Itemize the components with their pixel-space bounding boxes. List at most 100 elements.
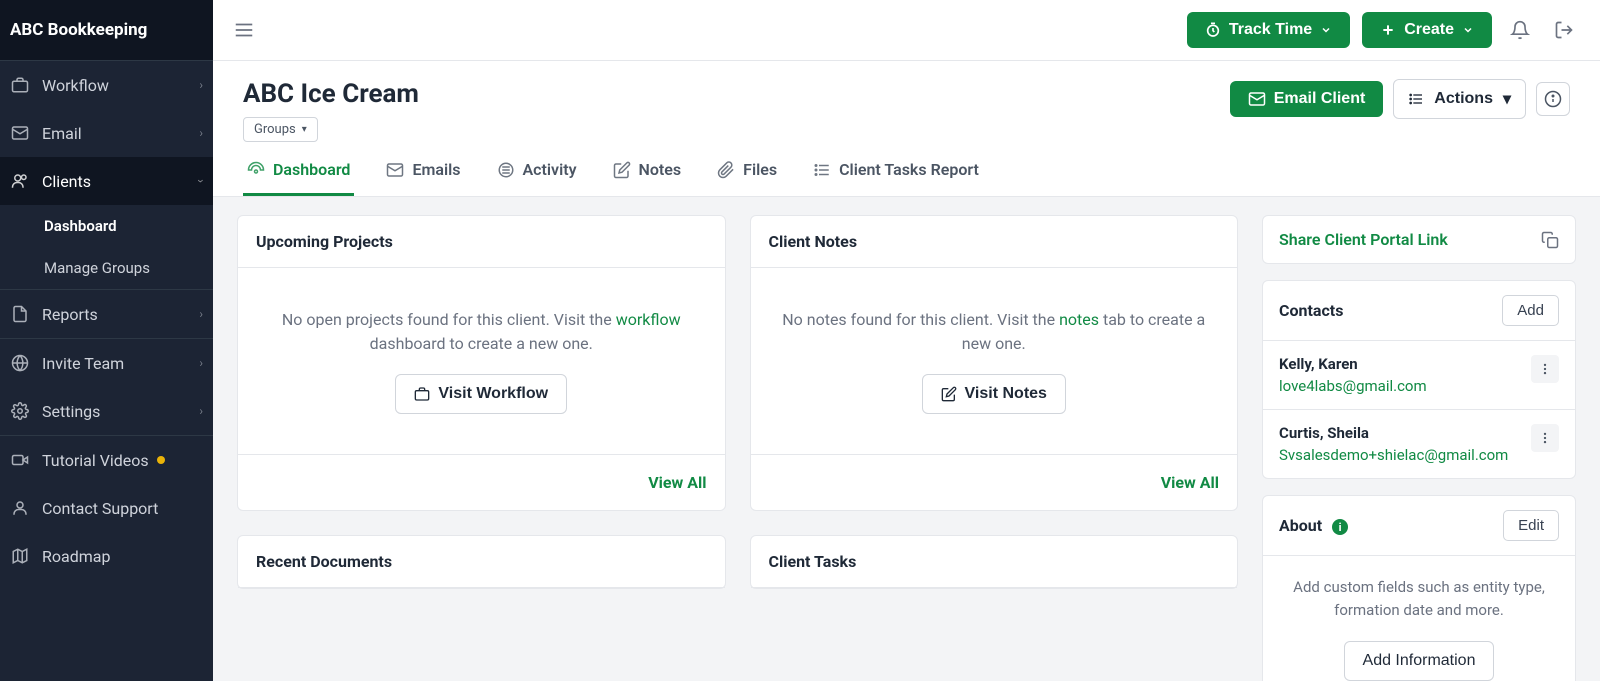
sidebar-item-reports[interactable]: Reports › [0,290,213,338]
video-icon [10,450,30,470]
add-contact-button[interactable]: Add [1502,295,1559,326]
share-portal-link[interactable]: Share Client Portal Link [1279,230,1448,249]
chevron-right-icon: › [199,356,203,370]
actions-dropdown[interactable]: Actions ▾ [1393,79,1526,119]
recent-documents-card: Recent Documents [237,535,726,589]
contact-email[interactable]: love4labs@gmail.com [1279,377,1531,395]
view-all-projects-link[interactable]: View All [648,473,706,492]
contact-more-button[interactable] [1531,424,1559,452]
sidebar-item-roadmap[interactable]: Roadmap [0,532,213,580]
notification-dot-icon [157,456,165,464]
document-icon [10,304,30,324]
mail-icon [386,161,404,179]
page-header: ABC Ice Cream Groups ▾ Email Client Acti… [213,61,1600,142]
copy-button[interactable] [1541,231,1559,249]
about-card: About i Edit Add custom fields such as e… [1262,495,1576,681]
tab-files[interactable]: Files [713,160,781,196]
create-label: Create [1404,21,1454,39]
contacts-card: Contacts Add Kelly, Karen love4labs@gmai… [1262,280,1576,479]
chevron-down-icon [1320,24,1332,36]
sidebar-item-clients[interactable]: Clients › [0,157,213,205]
add-information-button[interactable]: Add Information [1344,641,1495,681]
tab-notes[interactable]: Notes [609,160,686,196]
logout-button[interactable] [1548,14,1580,46]
notes-link[interactable]: notes [1059,310,1099,329]
card-title: Client Notes [751,216,1238,268]
sidebar-item-workflow[interactable]: Workflow › [0,61,213,109]
tab-activity[interactable]: Activity [493,160,581,196]
tab-label: Files [743,160,777,179]
more-vertical-icon [1538,431,1552,445]
menu-toggle-icon[interactable] [233,19,255,41]
groups-dropdown[interactable]: Groups ▾ [243,117,318,142]
visit-workflow-label: Visit Workflow [438,385,548,403]
edit-about-button[interactable]: Edit [1503,510,1559,541]
tab-client-tasks-report[interactable]: Client Tasks Report [809,160,983,196]
copy-icon [1541,231,1559,249]
info-icon [1544,90,1562,108]
gauge-icon [247,161,265,179]
card-title: Client Tasks [751,536,1238,588]
edit-icon [941,386,957,402]
plus-icon [1380,22,1396,38]
contact-more-button[interactable] [1531,355,1559,383]
activity-icon [497,161,515,179]
actions-label: Actions [1434,90,1493,108]
about-text: Add custom fields such as entity type, f… [1263,556,1575,641]
client-notes-card: Client Notes No notes found for this cli… [750,215,1239,511]
tab-label: Notes [639,160,682,179]
more-vertical-icon [1538,362,1552,376]
track-time-button[interactable]: Track Time [1187,12,1350,48]
sidebar-item-label: Invite Team [42,354,124,373]
contact-name: Curtis, Sheila [1279,424,1531,442]
chevron-right-icon: › [199,307,203,321]
users-icon [10,171,30,191]
contact-email[interactable]: Svsalesdemo+shielac@gmail.com [1279,446,1531,464]
workflow-link[interactable]: workflow [616,310,681,329]
sidebar-sub-dashboard[interactable]: Dashboard [0,205,213,247]
notifications-button[interactable] [1504,14,1536,46]
upcoming-projects-card: Upcoming Projects No open projects found… [237,215,726,511]
track-time-label: Track Time [1229,21,1312,39]
mail-icon [1248,90,1266,108]
paperclip-icon [717,161,735,179]
visit-notes-button[interactable]: Visit Notes [922,374,1066,414]
card-title: Upcoming Projects [238,216,725,268]
chevron-down-icon: › [194,179,208,183]
sidebar-sub-manage-groups[interactable]: Manage Groups [0,247,213,289]
tab-label: Client Tasks Report [839,160,979,179]
briefcase-icon [10,75,30,95]
groups-label: Groups [254,122,296,137]
visit-notes-label: Visit Notes [965,385,1047,403]
empty-state-text: No open projects found for this client. … [262,308,701,356]
tab-label: Emails [412,160,460,179]
stopwatch-icon [1205,22,1221,38]
gear-icon [10,401,30,421]
tab-dashboard[interactable]: Dashboard [243,160,354,196]
sidebar-item-label: Workflow [42,76,109,95]
map-icon [10,546,30,566]
sidebar-item-settings[interactable]: Settings › [0,387,213,435]
logout-icon [1554,20,1574,40]
sidebar-item-email[interactable]: Email › [0,109,213,157]
globe-icon [10,353,30,373]
visit-workflow-button[interactable]: Visit Workflow [395,374,567,414]
briefcase-icon [414,386,430,402]
view-all-notes-link[interactable]: View All [1161,473,1219,492]
sidebar-item-label: Tutorial Videos [42,451,149,470]
page-title: ABC Ice Cream [243,79,419,109]
user-icon [10,498,30,518]
bell-icon [1510,20,1530,40]
list-icon [813,161,831,179]
sidebar-item-contact-support[interactable]: Contact Support [0,484,213,532]
email-client-button[interactable]: Email Client [1230,81,1384,117]
sidebar-item-label: Reports [42,305,98,324]
info-badge-icon: i [1332,519,1348,535]
info-button[interactable] [1536,82,1570,116]
create-button[interactable]: Create [1362,12,1492,48]
caret-down-icon: ▾ [1503,89,1511,109]
sidebar-item-tutorial-videos[interactable]: Tutorial Videos [0,436,213,484]
contact-row: Curtis, Sheila Svsalesdemo+shielac@gmail… [1263,410,1575,478]
tab-emails[interactable]: Emails [382,160,464,196]
sidebar-item-invite-team[interactable]: Invite Team › [0,339,213,387]
